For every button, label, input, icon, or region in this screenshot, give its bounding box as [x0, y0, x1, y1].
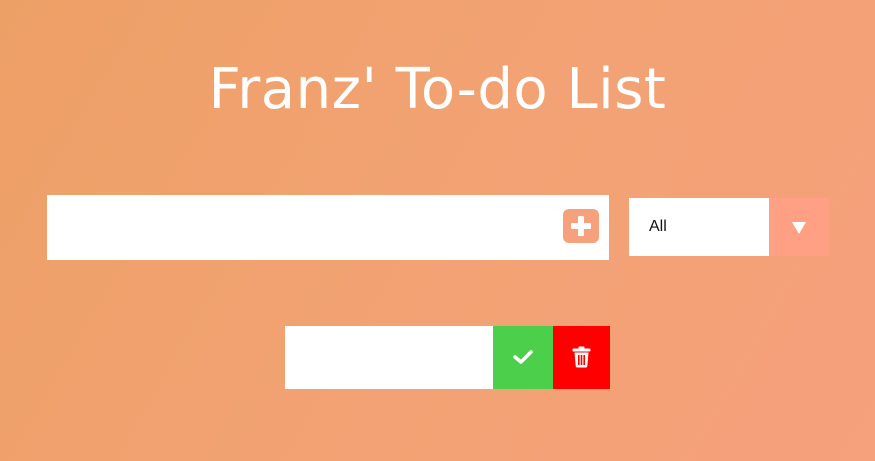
add-todo-button[interactable]	[563, 209, 599, 243]
delete-todo-button[interactable]	[553, 326, 610, 389]
filter-select[interactable]: All	[629, 198, 829, 256]
todo-item	[285, 326, 610, 389]
todo-item-text	[285, 326, 493, 389]
filter-dropdown-toggle[interactable]	[769, 198, 829, 256]
plus-square-icon	[571, 216, 591, 236]
complete-todo-button[interactable]	[493, 326, 553, 389]
trash-icon	[572, 346, 591, 368]
triangle-down-icon	[792, 222, 806, 234]
filter-selected-value: All	[649, 218, 667, 235]
check-icon	[513, 350, 533, 364]
todo-input[interactable]	[47, 195, 547, 260]
todo-form	[47, 195, 609, 260]
page-title: Franz' To-do List	[208, 56, 667, 122]
